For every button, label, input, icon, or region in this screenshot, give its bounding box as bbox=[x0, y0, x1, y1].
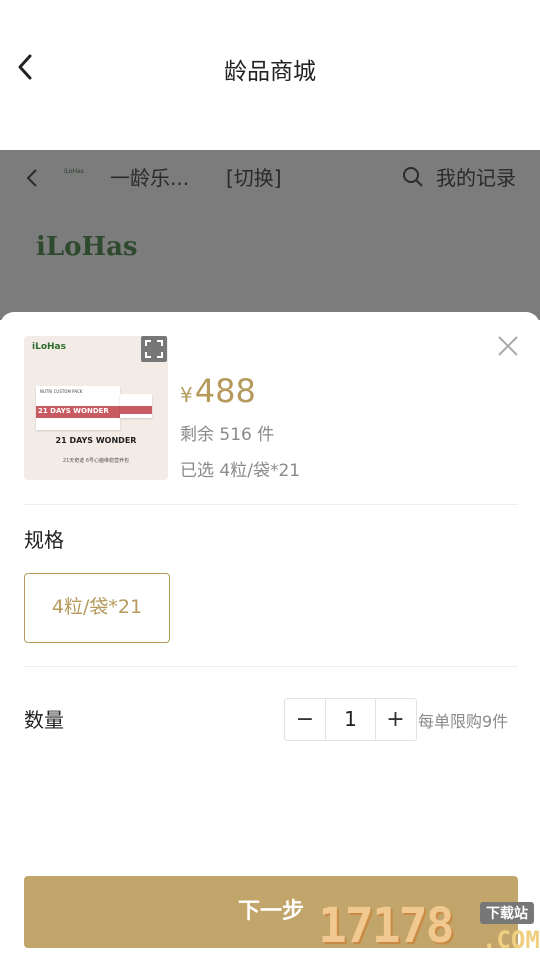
thumb-title: 21 DAYS WONDER bbox=[55, 436, 137, 445]
close-icon[interactable] bbox=[496, 334, 520, 358]
selected-spec: 已选 4粒/袋*21 bbox=[180, 461, 301, 481]
price-amount: 488 bbox=[194, 372, 256, 410]
package-side-image bbox=[120, 394, 152, 418]
watermark-domain: .COM bbox=[482, 926, 540, 954]
site-watermark: 17178 下载站 .COM bbox=[318, 898, 540, 960]
brand-logo: iLoHas bbox=[36, 232, 138, 262]
decrement-button[interactable]: − bbox=[285, 699, 325, 740]
back-chevron-icon bbox=[24, 166, 40, 190]
quantity-title: 数量 bbox=[24, 708, 64, 732]
thumb-subtitle: 21天奇迹 6号心脑维稳营养包 bbox=[62, 458, 130, 464]
thumb-logo: iLoHas bbox=[32, 342, 66, 352]
watermark-download: 下载站 bbox=[480, 902, 534, 924]
shop-header: iLoHas 一龄乐... [切换] 我的记录 bbox=[0, 150, 540, 202]
switch-shop-link: [切换] bbox=[226, 166, 282, 190]
spec-title: 规格 bbox=[24, 528, 64, 552]
shop-logo: iLoHas bbox=[64, 168, 84, 175]
shop-name: 一龄乐... bbox=[110, 166, 190, 190]
stock-remaining: 剩余 516 件 bbox=[180, 425, 275, 445]
search-icon bbox=[402, 166, 424, 188]
increment-button[interactable]: + bbox=[375, 699, 416, 740]
sku-selector-sheet: iLoHas NUTRI CUSTOM PACK 21 DAYS WONDER … bbox=[0, 312, 540, 960]
background-page-overlay[interactable]: iLoHas 一龄乐... [切换] 我的记录 iLoHas bbox=[0, 150, 540, 320]
expand-icon[interactable] bbox=[141, 336, 167, 362]
purchase-limit: 每单限购9件 bbox=[418, 712, 509, 731]
package-band-text: 21 DAYS WONDER bbox=[38, 407, 109, 415]
watermark-number: 17178 bbox=[318, 898, 454, 954]
package-header-text: NUTRI CUSTOM PACK bbox=[40, 389, 83, 394]
price: ¥488 bbox=[180, 372, 256, 410]
quantity-stepper: − 1 + bbox=[284, 698, 417, 741]
divider bbox=[24, 666, 518, 667]
my-records-link: 我的记录 bbox=[436, 166, 516, 190]
top-nav-bar: 龄品商城 bbox=[0, 0, 540, 150]
divider bbox=[24, 504, 518, 505]
package-image: NUTRI CUSTOM PACK 21 DAYS WONDER bbox=[36, 386, 120, 430]
quantity-input[interactable]: 1 bbox=[325, 699, 376, 740]
page-title: 龄品商城 bbox=[224, 59, 316, 85]
currency-symbol: ¥ bbox=[180, 383, 193, 407]
spec-option[interactable]: 4粒/袋*21 bbox=[24, 573, 170, 643]
